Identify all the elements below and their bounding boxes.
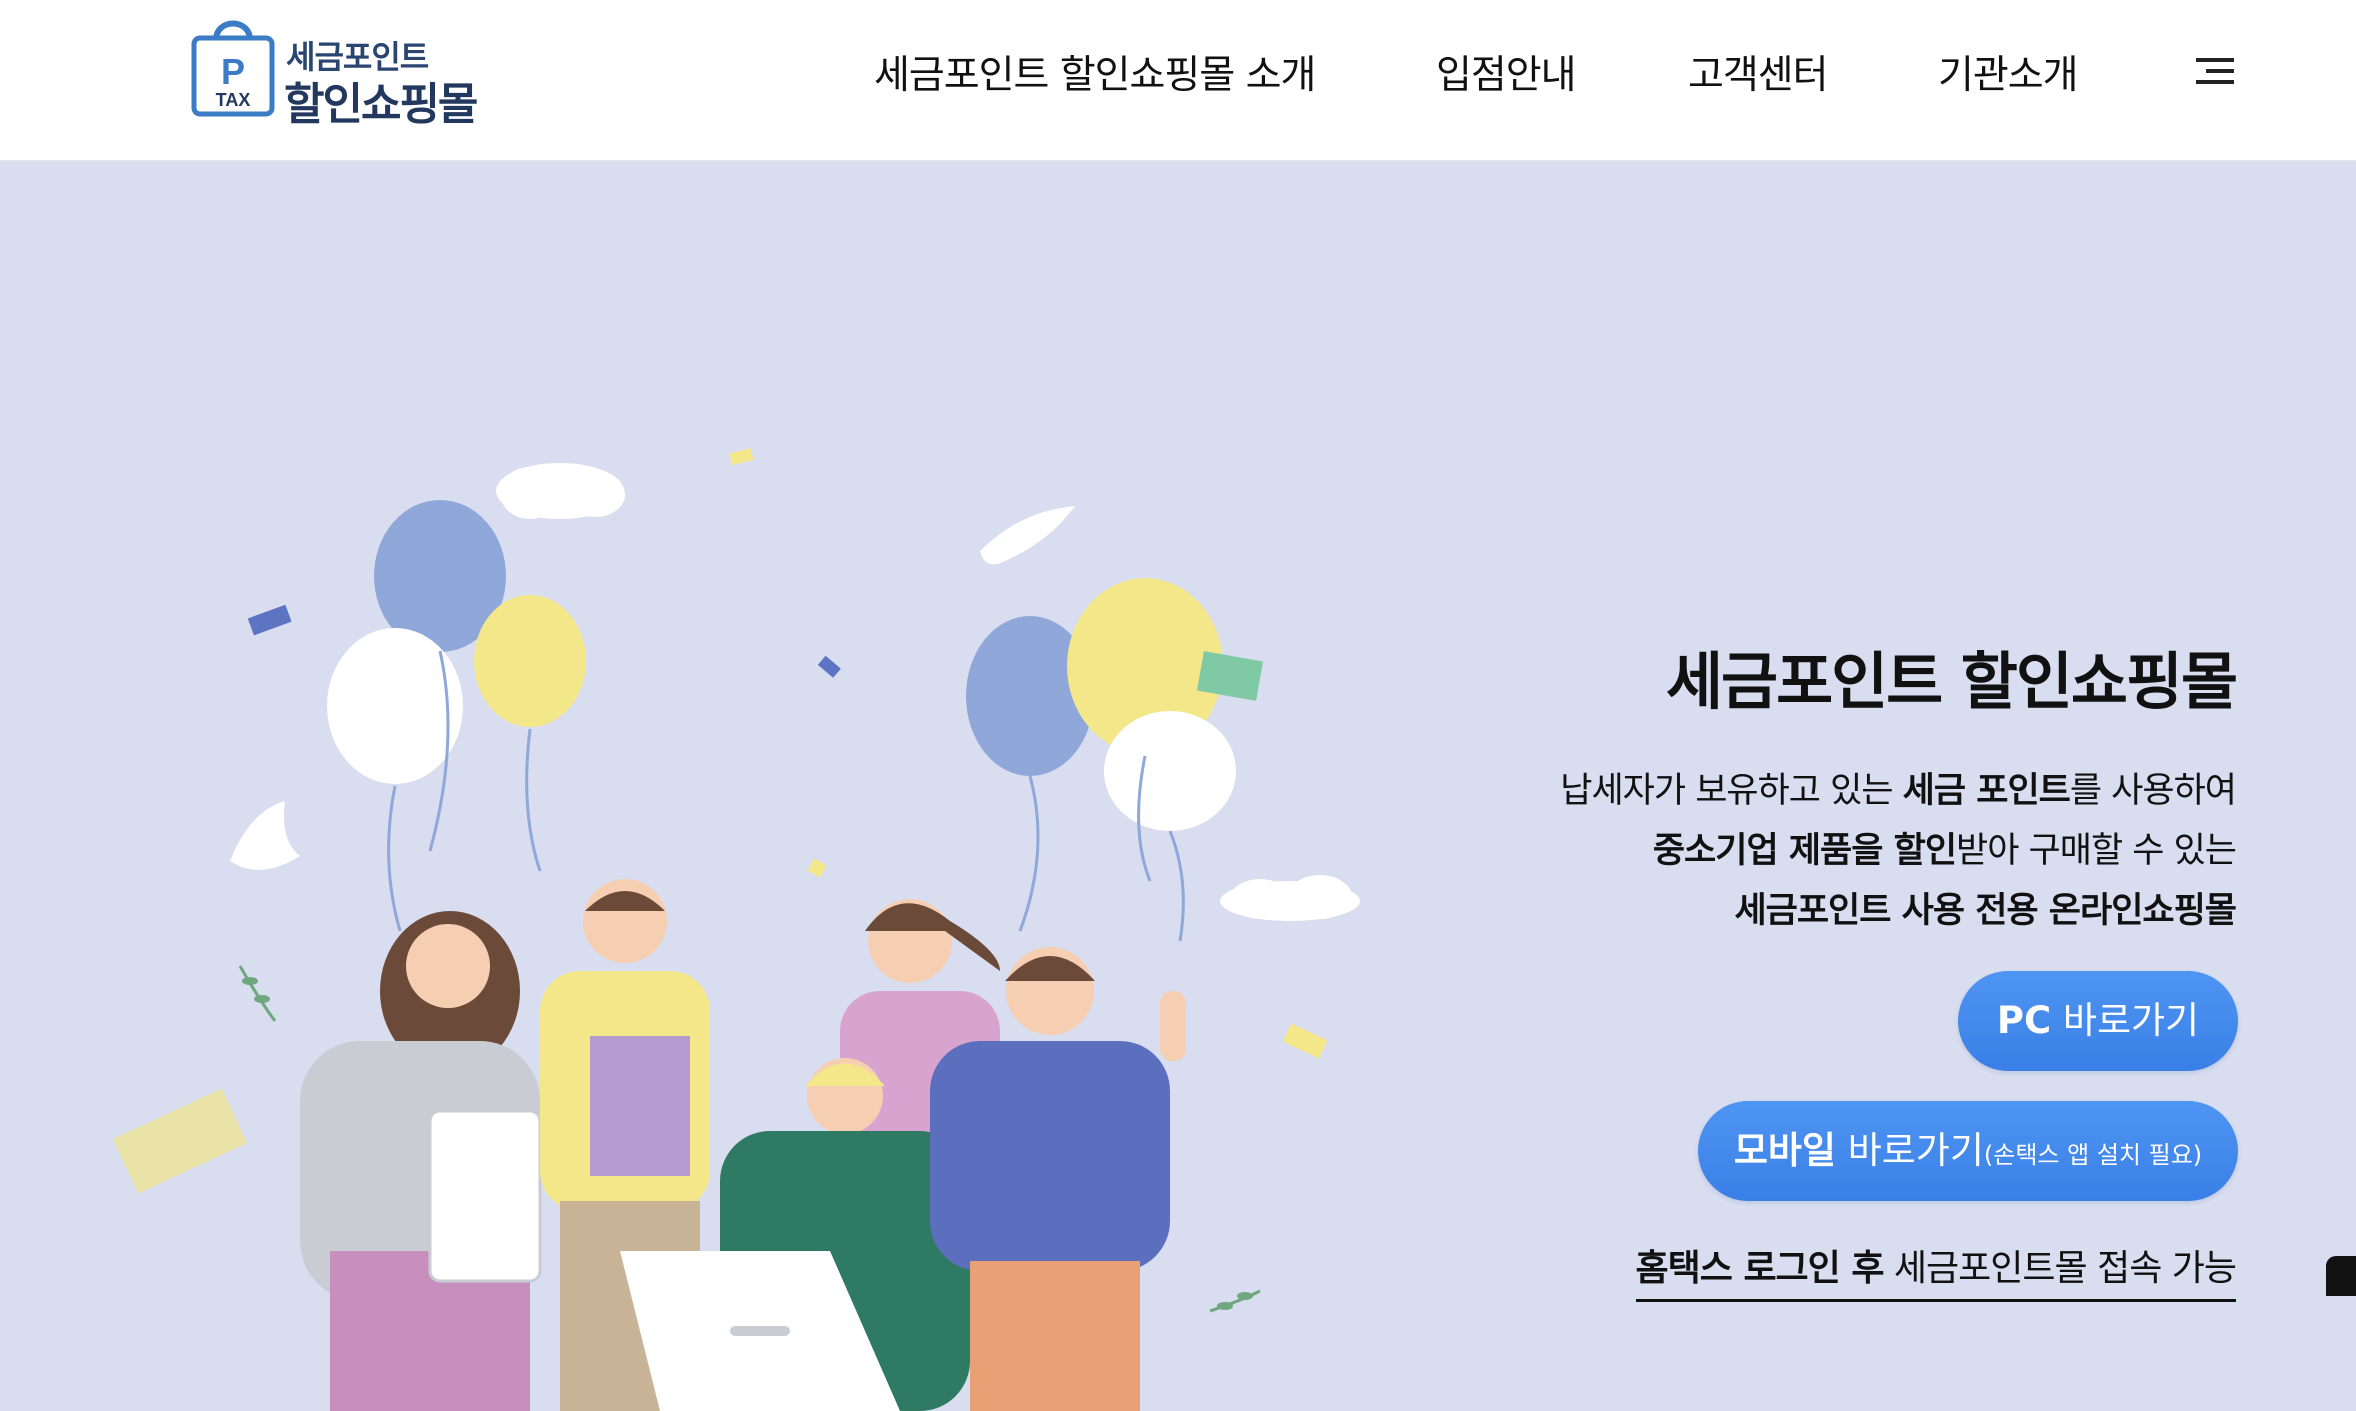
mobile-shortcut-button[interactable]: 모바일 바로가기(손택스 앱 설치 필요): [1698, 1101, 2238, 1201]
dove-icon: [230, 801, 300, 870]
logo-badge-letter: P: [221, 51, 245, 92]
hamburger-icon[interactable]: [2196, 54, 2234, 88]
description-line-2: 중소기업 제품을 할인받아 구매할 수 있는: [1652, 831, 2237, 871]
hero-title: 세금포인트 할인쇼핑몰: [1666, 645, 2238, 718]
pc-shortcut-button[interactable]: PC 바로가기: [1958, 971, 2238, 1071]
celebration-illustration: [112, 448, 1360, 1411]
nav-item-intro[interactable]: 세금포인트 할인쇼핑몰 소개: [874, 44, 1316, 100]
cloud-icon: [1220, 875, 1360, 921]
nav-item-organization[interactable]: 기관소개: [1938, 44, 2079, 100]
cloud-icon: [496, 463, 625, 519]
shopping-bag-icon: P TAX: [191, 20, 275, 117]
description-line-3: 세금포인트 사용 전용 온라인쇼핑몰: [1734, 891, 2237, 931]
mobile-button-note: (손택스 앱 설치 필요): [1983, 1141, 2203, 1169]
logo-badge-text: TAX: [216, 90, 251, 110]
balloon-icon: [327, 500, 586, 932]
dove-icon: [980, 506, 1075, 565]
logo-line2: 할인쇼핑몰: [284, 79, 478, 130]
woman-with-tablet: [300, 911, 542, 1411]
chat-widget-corner[interactable]: [2326, 1256, 2356, 1296]
hero-section: 세금포인트 할인쇼핑몰 납세자가 보유하고 있는 세금 포인트를 사용하여 중소…: [0, 161, 2356, 1411]
nav-item-store-entry[interactable]: 입점안내: [1436, 44, 1577, 100]
balloon-icon: [966, 578, 1236, 942]
hero-description: 납세자가 보유하고 있는 세금 포인트를 사용하여 중소기업 제품을 할인받아 …: [1560, 761, 2237, 941]
site-logo[interactable]: P TAX 세금포인트 할인쇼핑몰: [188, 10, 508, 130]
nav-item-customer-center[interactable]: 고객센터: [1688, 44, 1829, 100]
description-line-1: 납세자가 보유하고 있는 세금 포인트를 사용하여: [1560, 771, 2237, 811]
site-header: P TAX 세금포인트 할인쇼핑몰 세금포인트 할인쇼핑몰 소개 입점안내 고객…: [0, 0, 2356, 161]
hometax-login-link[interactable]: 홈택스 로그인 후 세금포인트몰 접속 가능: [1635, 1239, 2237, 1302]
